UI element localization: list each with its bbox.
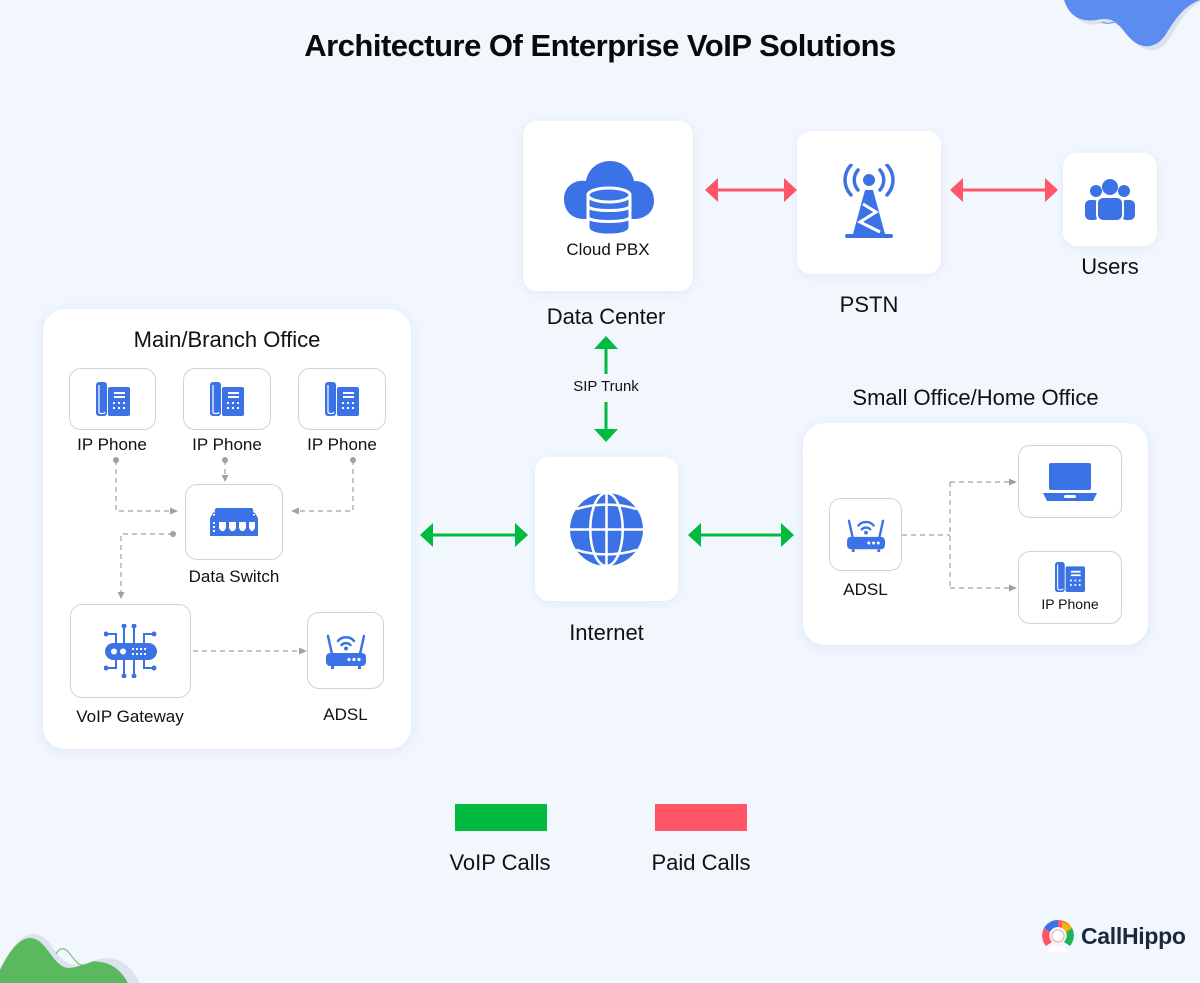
laptop-icon — [1043, 462, 1097, 501]
desk-phone-icon — [95, 382, 130, 416]
ip-phone-node-1[interactable] — [69, 368, 156, 430]
ip-phone-label-3: IP Phone — [307, 435, 377, 454]
wifi-router-icon — [325, 634, 366, 669]
soho-adsl-node[interactable] — [829, 498, 902, 571]
ip-phone-label-1: IP Phone — [77, 435, 147, 454]
main-adsl-label: ADSL — [323, 705, 368, 724]
soho-ip-phone-label: IP Phone — [1041, 596, 1099, 612]
voip-gateway-label: VoIP Gateway — [76, 707, 184, 726]
users-card — [1063, 153, 1157, 246]
callhippo-logo-icon — [1042, 919, 1074, 952]
ip-phone-node-2[interactable] — [183, 368, 271, 430]
legend-swatch-voip — [455, 804, 547, 831]
legend-label-voip: VoIP Calls — [449, 850, 551, 875]
network-switch-icon — [210, 508, 258, 536]
desk-phone-icon — [210, 382, 244, 416]
users-group-icon — [1085, 179, 1135, 221]
data-center-card: Cloud PBX — [523, 121, 693, 291]
gateway-circuit-icon — [103, 624, 157, 678]
small-office-panel: ADSL IP Phone — [803, 423, 1148, 645]
paid-call-arrow-datacenter-pstn — [705, 178, 797, 202]
soho-adsl-label: ADSL — [843, 580, 888, 599]
pstn-card — [797, 131, 941, 274]
sip-trunk-arrow-down — [594, 402, 618, 442]
brand-name: CallHippo — [1081, 922, 1186, 949]
main-branch-office-panel: Main/Branch Office IP Phone IP Phone IP … — [43, 309, 411, 749]
internet-card — [535, 457, 678, 601]
laptop-node[interactable] — [1018, 445, 1122, 518]
voip-call-arrow-internet-soho — [688, 523, 794, 547]
legend-swatch-paid — [655, 804, 747, 831]
main-adsl-node[interactable] — [307, 612, 384, 689]
cloud-database-icon — [564, 161, 654, 235]
paid-call-arrow-pstn-users — [950, 178, 1058, 202]
small-office-title: Small Office/Home Office — [852, 385, 1099, 410]
desk-phone-icon — [1055, 562, 1085, 592]
callhippo-logo: CallHippo — [1040, 918, 1186, 954]
bottom-left-wave-decoration — [0, 934, 140, 983]
sip-trunk-arrow-up — [594, 336, 618, 374]
users-caption: Users — [1081, 254, 1139, 279]
sip-trunk-label: SIP Trunk — [573, 378, 639, 395]
voip-gateway-node[interactable] — [70, 604, 191, 698]
internet-caption: Internet — [569, 620, 644, 645]
desk-phone-icon — [325, 382, 359, 416]
globe-icon — [570, 493, 643, 566]
cell-tower-icon — [843, 164, 895, 238]
pstn-caption: PSTN — [839, 292, 899, 317]
wifi-router-icon — [846, 519, 885, 552]
soho-ip-phone-node[interactable]: IP Phone — [1018, 551, 1122, 624]
voip-call-arrow-office-internet — [420, 523, 528, 547]
cloud-pbx-label: Cloud PBX — [566, 240, 650, 259]
legend-label-paid: Paid Calls — [651, 850, 751, 875]
data-switch-label: Data Switch — [188, 567, 280, 586]
page-title: Architecture Of Enterprise VoIP Solution… — [304, 28, 896, 63]
ip-phone-node-3[interactable] — [298, 368, 386, 430]
data-center-caption: Data Center — [546, 304, 666, 329]
data-switch-node[interactable] — [185, 484, 283, 560]
ip-phone-label-2: IP Phone — [192, 435, 262, 454]
